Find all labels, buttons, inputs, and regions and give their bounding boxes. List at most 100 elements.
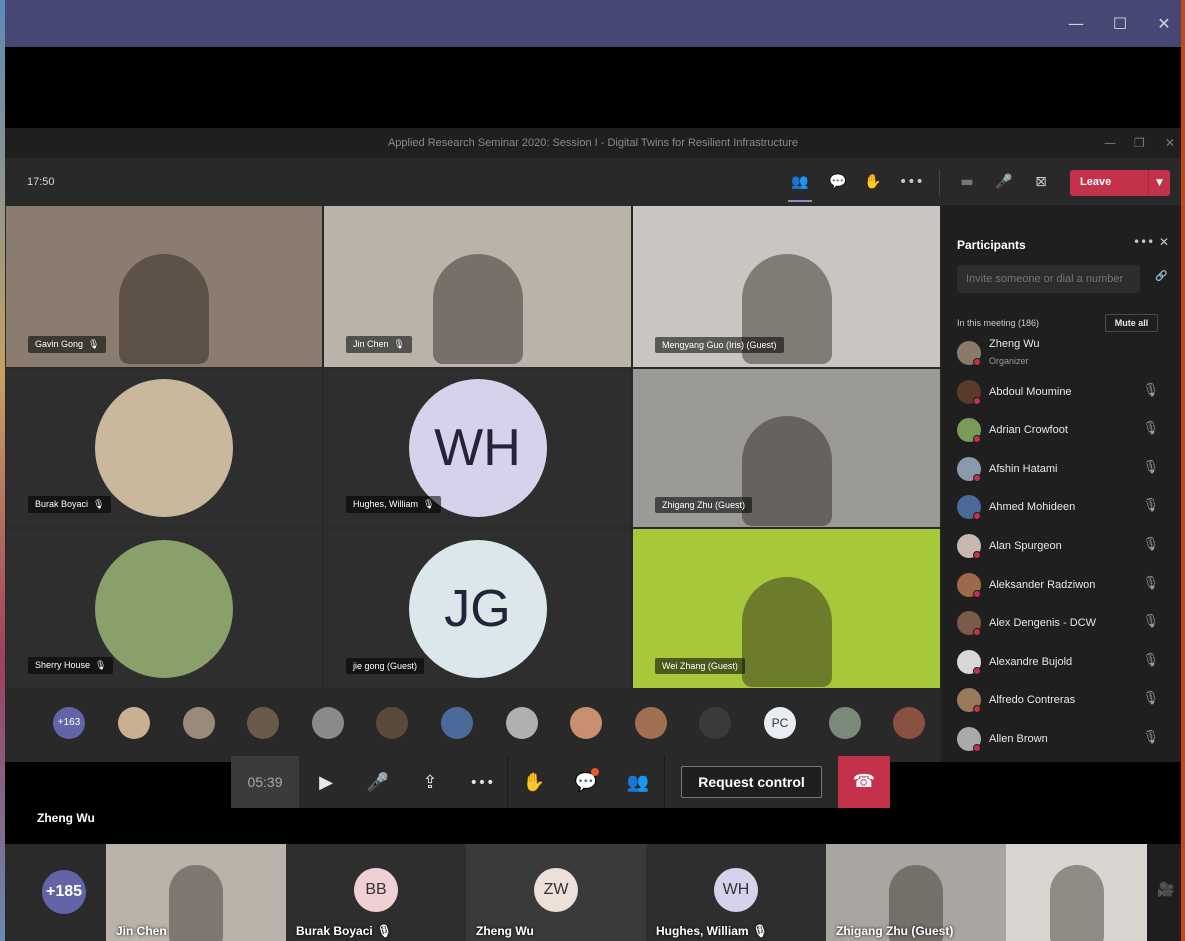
close-panel-icon[interactable]: ✕ bbox=[1159, 235, 1169, 249]
gallery-tile[interactable]: ZW Zheng Wu bbox=[466, 844, 646, 941]
overflow-count[interactable]: +185 bbox=[42, 870, 86, 914]
avatar[interactable] bbox=[441, 707, 473, 739]
camera-icon[interactable]: 🎥 bbox=[1157, 882, 1174, 898]
muted-mic-icon[interactable]: 🎙 bbox=[1142, 653, 1159, 668]
overflow-count[interactable]: +163 bbox=[53, 707, 85, 739]
request-control-button[interactable]: Request control bbox=[681, 766, 822, 798]
video-tile[interactable]: Wei Zhang (Guest) bbox=[632, 528, 941, 689]
video-tile[interactable]: Mengyang Guo (Iris) (Guest) bbox=[632, 205, 941, 368]
microphone-icon[interactable]: 🎤 bbox=[992, 170, 1016, 194]
participant-name: Alfredo Contreras bbox=[989, 694, 1076, 707]
participant-row[interactable]: Zheng Wu Organizer bbox=[957, 336, 1167, 370]
link-icon[interactable]: 🔗 bbox=[1155, 271, 1167, 282]
participant-name: Wei Zhang (Guest) bbox=[662, 661, 738, 671]
muted-mic-icon[interactable]: 🎙 bbox=[1142, 614, 1159, 629]
avatar[interactable] bbox=[247, 707, 280, 739]
avatar[interactable] bbox=[634, 707, 667, 739]
mute-all-button[interactable]: Mute all bbox=[1105, 314, 1158, 332]
video-tile[interactable]: WH Hughes, William 🎙 bbox=[323, 368, 632, 528]
presence-dot bbox=[973, 358, 981, 366]
stop-sharing-icon[interactable]: ⊠ bbox=[1029, 170, 1053, 194]
participant-row[interactable]: Abdoul Moumine 🎙 bbox=[957, 375, 1167, 409]
participant-row[interactable]: Alfredo Contreras 🎙 bbox=[957, 683, 1167, 717]
avatar[interactable] bbox=[570, 707, 603, 739]
raise-hand-icon[interactable]: ✋ bbox=[861, 170, 885, 194]
participants-panel: Participants ••• ✕ 🔗 In this meeting (18… bbox=[941, 205, 1181, 762]
avatar[interactable] bbox=[828, 707, 861, 739]
muted-mic-icon[interactable]: 🎙 bbox=[1142, 730, 1159, 745]
more-options-icon[interactable]: ••• bbox=[899, 170, 924, 194]
participants-icon[interactable]: 👥 bbox=[788, 170, 812, 202]
video-tile[interactable]: Zhigang Zhu (Guest) bbox=[632, 368, 941, 528]
muted-mic-icon[interactable]: 🎙 bbox=[1142, 460, 1159, 475]
gallery-tile[interactable]: +185 bbox=[5, 844, 106, 941]
gallery-tile[interactable] bbox=[1006, 844, 1147, 941]
muted-mic-icon[interactable]: 🎙 bbox=[1142, 576, 1159, 591]
gallery-tile[interactable]: Jin Chen bbox=[106, 844, 286, 941]
close-icon[interactable]: ✕ bbox=[1165, 128, 1175, 158]
participants-icon[interactable]: 👥 bbox=[625, 770, 651, 796]
maximize-icon[interactable]: ☐ bbox=[1108, 12, 1132, 36]
video-tile[interactable]: Gavin Gong 🎙 bbox=[5, 205, 323, 368]
avatar[interactable] bbox=[893, 707, 926, 739]
gallery-tile[interactable]: Zhigang Zhu (Guest) bbox=[826, 844, 1006, 941]
teams-meeting-window: — ☐ ✕ Applied Research Seminar 2020: Ses… bbox=[0, 0, 1185, 941]
share-screen-icon[interactable]: ⇪ bbox=[417, 770, 443, 796]
restore-icon[interactable]: ❐ bbox=[1134, 128, 1145, 158]
invite-input[interactable] bbox=[957, 265, 1140, 293]
toolbar-divider bbox=[939, 170, 940, 196]
participant-row[interactable]: Alan Spurgeon 🎙 bbox=[957, 529, 1167, 563]
more-options-icon[interactable]: ••• bbox=[1133, 235, 1154, 249]
camera-icon[interactable]: ▶ bbox=[313, 770, 339, 796]
participant-row[interactable]: Ahmed Mohideen 🎙 bbox=[957, 490, 1167, 524]
hang-up-button[interactable]: ☎ bbox=[838, 756, 890, 808]
participant-row[interactable]: Adrian Crowfoot 🎙 bbox=[957, 413, 1167, 447]
participant-row[interactable]: Alex Dengenis - DCW 🎙 bbox=[957, 606, 1167, 640]
avatar[interactable] bbox=[311, 707, 344, 739]
chevron-down-icon[interactable]: ▼ bbox=[1148, 170, 1170, 196]
tile-name-label: Zhigang Zhu (Guest) bbox=[655, 497, 753, 513]
camera-off-icon[interactable]: ▬ bbox=[955, 170, 979, 194]
shared-window-title-bar: Applied Research Seminar 2020: Session I… bbox=[5, 128, 1181, 158]
leave-button[interactable]: Leave ▼ bbox=[1070, 170, 1170, 196]
tile-name-label: Sherry House 🎙 bbox=[28, 657, 114, 674]
participant-row[interactable]: Aleksander Radziwon 🎙 bbox=[957, 568, 1167, 602]
avatar[interactable] bbox=[182, 707, 215, 739]
participant-row[interactable]: Afshin Hatami 🎙 bbox=[957, 452, 1167, 486]
avatar[interactable] bbox=[118, 707, 150, 739]
participant-row[interactable]: Alexandre Bujold 🎙 bbox=[957, 645, 1167, 679]
video-tile[interactable]: Sherry House 🎙 bbox=[5, 528, 323, 689]
video-grid: Gavin Gong 🎙 Jin Chen 🎙 Mengyang Guo (Iris) … bbox=[5, 205, 941, 689]
participant-video bbox=[741, 416, 832, 527]
video-tile[interactable]: JG jie gong (Guest) bbox=[323, 528, 632, 689]
participant-row[interactable]: Allen Brown 🎙 bbox=[957, 722, 1167, 756]
avatar[interactable] bbox=[376, 707, 409, 739]
initials-avatar[interactable]: PC bbox=[764, 707, 796, 739]
close-icon[interactable]: ✕ bbox=[1152, 12, 1176, 36]
muted-mic-icon[interactable]: 🎙 bbox=[1142, 421, 1159, 436]
in-meeting-count[interactable]: In this meeting (186) bbox=[957, 318, 1039, 328]
gallery-name-label: Burak Boyaci 🎙 bbox=[296, 924, 392, 938]
presence-dot bbox=[973, 396, 981, 405]
more-options-icon[interactable]: ••• bbox=[469, 770, 495, 796]
chat-icon[interactable]: 💬 bbox=[826, 170, 850, 194]
muted-mic-icon[interactable]: 🎙 bbox=[1142, 498, 1159, 513]
avatar[interactable] bbox=[699, 707, 732, 739]
muted-mic-icon[interactable]: 🎙 bbox=[1142, 383, 1159, 398]
callbar-divider bbox=[507, 756, 508, 808]
minimize-icon[interactable]: — bbox=[1104, 128, 1116, 158]
participant-name: Burak Boyaci bbox=[35, 499, 89, 509]
video-tile[interactable]: Burak Boyaci 🎙 bbox=[5, 368, 323, 528]
video-tile[interactable]: Jin Chen 🎙 bbox=[323, 205, 632, 368]
gallery-tile[interactable]: BB Burak Boyaci 🎙 bbox=[286, 844, 466, 941]
participant-name: Afshin Hatami bbox=[989, 462, 1058, 475]
raise-hand-icon[interactable]: ✋ bbox=[521, 770, 547, 796]
muted-mic-icon[interactable]: 🎙 bbox=[1142, 537, 1159, 552]
microphone-icon[interactable]: 🎤 bbox=[365, 770, 391, 796]
muted-mic-icon[interactable]: 🎙 bbox=[1142, 691, 1159, 706]
call-timer: 05:39 bbox=[231, 756, 299, 808]
avatar[interactable] bbox=[505, 707, 538, 739]
gallery-tile[interactable]: WH Hughes, William 🎙 bbox=[646, 844, 826, 941]
gallery-name-label: Hughes, William 🎙 bbox=[656, 924, 768, 938]
minimize-icon[interactable]: — bbox=[1064, 12, 1088, 36]
